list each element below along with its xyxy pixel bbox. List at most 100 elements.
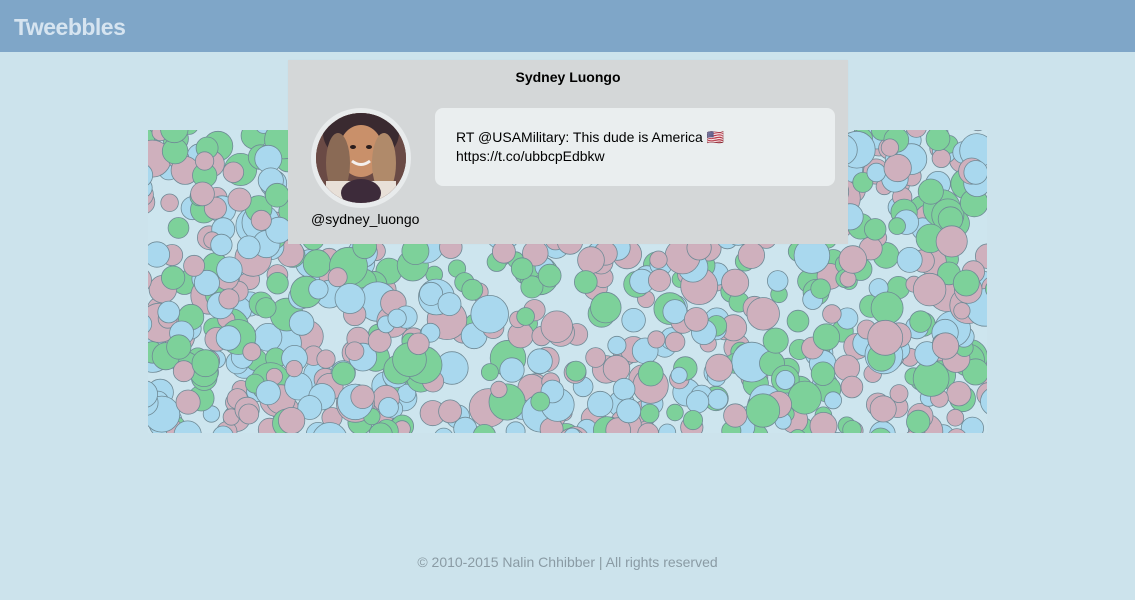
tweet-bubble[interactable] xyxy=(946,408,965,427)
tweet-bubble[interactable] xyxy=(331,361,356,386)
tweet-bubble[interactable] xyxy=(745,393,781,428)
tweet-bubble[interactable] xyxy=(838,245,868,274)
tweet-bubble[interactable] xyxy=(490,380,508,398)
brand-logo[interactable]: Tweebbles xyxy=(14,14,126,41)
tweet-bubble[interactable] xyxy=(565,360,587,382)
tweet-bubble[interactable] xyxy=(888,217,906,235)
tweet-bubble[interactable] xyxy=(786,309,810,333)
tweet-bubble[interactable] xyxy=(658,423,677,433)
tweet-bubble[interactable] xyxy=(242,342,262,362)
tweet-bubble[interactable] xyxy=(434,427,453,433)
tweet-bubble[interactable] xyxy=(590,291,622,324)
tweet-bubble[interactable] xyxy=(840,375,864,399)
tweet-bubble[interactable] xyxy=(883,153,912,183)
tweet-bubble[interactable] xyxy=(344,341,365,361)
tweet-bubble[interactable] xyxy=(194,151,215,171)
tweet-bubble[interactable] xyxy=(216,256,243,283)
tweet-bubble[interactable] xyxy=(866,162,887,183)
tweet-bubble[interactable] xyxy=(316,349,336,369)
tweet-bubble[interactable] xyxy=(912,272,947,307)
tweet-bubble[interactable] xyxy=(215,325,242,351)
tweet-bubble[interactable] xyxy=(864,218,887,241)
tweet-bubble[interactable] xyxy=(906,409,931,433)
tweet-bubble[interactable] xyxy=(707,388,729,410)
tweet-bubble[interactable] xyxy=(210,233,233,257)
tweet-bubble[interactable] xyxy=(350,384,375,409)
tweet-bubble[interactable] xyxy=(302,249,332,278)
tweet-bubble[interactable] xyxy=(437,292,462,317)
tweet-bubble[interactable] xyxy=(649,250,668,269)
tweet-bubble[interactable] xyxy=(963,160,987,185)
tweet-bubble[interactable] xyxy=(683,307,709,332)
tweet-bubble[interactable] xyxy=(480,363,499,382)
tweet-bubble[interactable] xyxy=(810,361,836,386)
tweet-bubble[interactable] xyxy=(824,391,842,410)
tweet-bubble[interactable] xyxy=(236,235,261,260)
tweet-bubble[interactable] xyxy=(160,193,179,213)
tweet-bubble[interactable] xyxy=(960,416,984,433)
tweet-user-handle[interactable]: @sydney_luongo xyxy=(311,211,419,227)
tweet-bubble[interactable] xyxy=(250,209,272,231)
tweet-bubble[interactable] xyxy=(870,291,904,325)
tweet-bubble[interactable] xyxy=(767,270,789,292)
tweet-bubble[interactable] xyxy=(499,357,525,383)
tweet-bubble[interactable] xyxy=(909,310,932,333)
tweet-bubble[interactable] xyxy=(378,397,399,418)
tweet-bubble[interactable] xyxy=(573,270,598,294)
tweet-bubble[interactable] xyxy=(889,384,909,404)
tweet-bubble[interactable] xyxy=(537,263,562,288)
tweet-bubble[interactable] xyxy=(602,354,631,383)
tweet-bubble[interactable] xyxy=(810,278,831,299)
tweet-bubble[interactable] xyxy=(172,360,195,383)
tweet-bubble[interactable] xyxy=(527,348,553,375)
tweet-bubble[interactable] xyxy=(616,398,642,424)
tweet-bubble[interactable] xyxy=(264,182,290,208)
tweet-bubble[interactable] xyxy=(255,297,277,319)
tweet-bubble[interactable] xyxy=(775,370,796,390)
tweet-bubble[interactable] xyxy=(585,347,606,368)
tweet-bubble[interactable] xyxy=(222,161,245,184)
tweet-bubble[interactable] xyxy=(308,279,329,300)
tweet-bubble[interactable] xyxy=(935,225,968,258)
tweet-bubble[interactable] xyxy=(167,217,190,239)
tweet-bubble[interactable] xyxy=(612,377,636,401)
tweet-bubble[interactable] xyxy=(822,304,842,324)
tweet-bubble[interactable] xyxy=(161,265,186,290)
tweet-bubble[interactable] xyxy=(666,403,684,422)
tweet-bubble[interactable] xyxy=(238,403,260,425)
tweet-bubble[interactable] xyxy=(721,268,750,297)
tweet-bubble[interactable] xyxy=(946,381,972,407)
tweet-bubble[interactable] xyxy=(637,360,664,387)
tweet-bubble[interactable] xyxy=(175,389,201,415)
tweet-bubble[interactable] xyxy=(266,271,289,295)
tweet-bubble[interactable] xyxy=(662,299,688,325)
tweet-bubble[interactable] xyxy=(191,349,220,378)
tweet-bubble[interactable] xyxy=(516,307,535,326)
tweet-bubble[interactable] xyxy=(166,334,192,360)
tweet-bubble[interactable] xyxy=(278,407,306,433)
tweet-bubble[interactable] xyxy=(867,319,904,356)
tweet-bubble[interactable] xyxy=(530,391,551,412)
tweet-bubble[interactable] xyxy=(917,178,944,205)
tweet-bubble[interactable] xyxy=(705,353,733,382)
tweet-bubble[interactable] xyxy=(540,310,574,343)
tweet-bubble[interactable] xyxy=(510,257,534,280)
tweet-bubble[interactable] xyxy=(809,412,838,433)
tweet-bubble[interactable] xyxy=(812,323,841,351)
tweet-bubble[interactable] xyxy=(952,269,980,297)
tweet-bubble[interactable] xyxy=(334,283,366,314)
tweet-bubble[interactable] xyxy=(931,148,951,169)
tweet-bubble[interactable] xyxy=(218,288,240,310)
tweet-bubble[interactable] xyxy=(621,307,646,333)
tweet-bubble[interactable] xyxy=(255,380,281,406)
tweet-bubble[interactable] xyxy=(931,332,960,360)
tweet-bubble[interactable] xyxy=(664,331,686,353)
tweet-bubble[interactable] xyxy=(647,330,666,349)
tweet-bubble[interactable] xyxy=(640,403,660,424)
tweet-bubble[interactable] xyxy=(148,241,170,268)
tweet-bubble[interactable] xyxy=(896,246,923,273)
tweet-bubble[interactable] xyxy=(607,335,627,355)
tweet-bubble[interactable] xyxy=(723,403,748,428)
tweet-bubble[interactable] xyxy=(969,130,988,132)
tweet-bubble[interactable] xyxy=(190,181,215,207)
